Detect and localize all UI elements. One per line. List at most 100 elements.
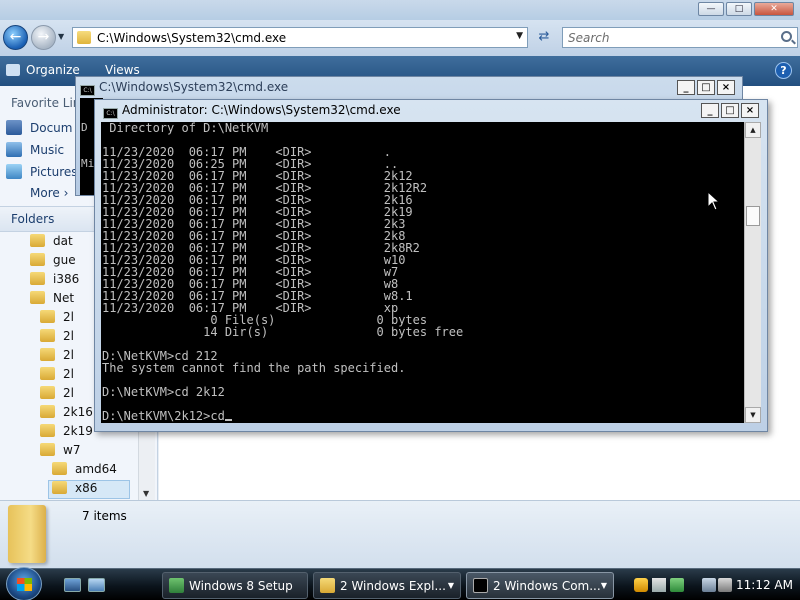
tree-folder[interactable]: 2l [40, 386, 74, 405]
cmd-title: Administrator: C:\Windows\System32\cmd.e… [122, 103, 401, 117]
minimize-button[interactable]: _ [677, 80, 695, 95]
explorer-titlebar: — □ ✕ [0, 0, 800, 20]
maximize-button[interactable]: □ [726, 2, 752, 16]
task-label: 2 Windows Com... [493, 579, 601, 593]
favorite-more[interactable]: More › [30, 186, 68, 206]
start-button[interactable] [6, 567, 42, 600]
tree-folder[interactable]: gue [30, 253, 76, 272]
setup-icon [169, 578, 184, 593]
folders-label: Folders [11, 212, 55, 226]
folder-icon [30, 253, 45, 266]
console-scrollbar[interactable]: ▲ ▼ [744, 122, 761, 423]
tree-folder[interactable]: dat [30, 234, 73, 253]
system-tray: 11:12 AM [628, 572, 798, 599]
console-line: D:\NetKVM\2k12>cd [102, 410, 463, 422]
documents-icon [6, 120, 22, 135]
organize-label: Organize [26, 63, 80, 77]
minimize-button[interactable]: — [698, 2, 724, 16]
scroll-down-icon[interactable]: ▼ [745, 407, 761, 423]
favorite-pictures[interactable]: Pictures [6, 164, 78, 184]
taskbar: Windows 8 Setup 2 Windows Expl... ▼ 2 Wi… [0, 567, 800, 600]
tree-folder[interactable]: 2l [40, 367, 74, 386]
favorite-label: Music [30, 143, 65, 157]
folder-icon [52, 462, 67, 475]
tree-folder[interactable]: w7 [40, 443, 80, 462]
tree-folder-selected[interactable]: x86 [48, 480, 130, 499]
console-line: D:\NetKVM>cd 2k12 [102, 385, 225, 399]
tree-folder[interactable]: i386 [30, 272, 79, 291]
folder-icon [30, 234, 45, 247]
folder-icon [77, 31, 91, 44]
address-text: C:\Windows\System32\cmd.exe [97, 31, 287, 45]
text-cursor [224, 419, 232, 421]
favorite-links-heading: Favorite Lin [11, 96, 81, 110]
scroll-up-icon[interactable]: ▲ [745, 122, 761, 138]
folder-icon [40, 329, 55, 342]
scroll-down-icon[interactable]: ▼ [143, 489, 149, 498]
views-button[interactable]: Views [105, 63, 140, 77]
close-button[interactable]: ✕ [754, 2, 794, 16]
scroll-thumb[interactable] [746, 206, 760, 226]
search-placeholder: Search [568, 31, 610, 45]
minimize-button[interactable]: _ [701, 103, 719, 118]
favorite-music[interactable]: Music [6, 142, 64, 162]
forward-button[interactable]: → [31, 25, 56, 50]
help-icon[interactable]: ? [775, 62, 792, 79]
tree-folder[interactable]: Net [30, 291, 74, 310]
switch-windows-icon[interactable] [88, 578, 105, 592]
tree-folder[interactable]: amd64 [52, 462, 117, 481]
folder-icon [40, 367, 55, 380]
action-center-icon[interactable] [652, 578, 666, 592]
favorite-label: Pictures [30, 165, 78, 179]
console-output: Directory of D:\NetKVM 11/23/2020 06:17 P… [102, 122, 463, 422]
folder-icon [40, 348, 55, 361]
tree-folder[interactable]: 2k19 [40, 424, 93, 443]
organize-icon [6, 64, 20, 76]
views-label: Views [105, 63, 140, 77]
address-dropdown-icon[interactable]: ▼ [516, 31, 523, 41]
cmd-titlebar[interactable]: C:\ C:\Windows\System32\cmd.exe _ □ × [80, 80, 735, 96]
favorite-label: Docum [30, 121, 73, 135]
close-button[interactable]: × [741, 103, 759, 118]
clock[interactable]: 11:12 AM [736, 578, 793, 592]
show-desktop-icon[interactable] [64, 578, 81, 592]
tree-folder[interactable]: 2l [40, 329, 74, 348]
favorite-documents[interactable]: Docum [6, 120, 72, 140]
cmd-window-administrator[interactable]: C:\ Administrator: C:\Windows\System32\cm… [94, 99, 768, 432]
security-shield-icon[interactable] [634, 578, 648, 592]
tree-folder[interactable]: 2l [40, 348, 74, 367]
items-count: 7 items [82, 509, 127, 523]
chevron-down-icon: ▼ [600, 581, 607, 590]
network-icon[interactable] [702, 578, 716, 592]
address-bar[interactable]: C:\Windows\System32\cmd.exe ▼ [72, 27, 528, 48]
organize-button[interactable]: Organize [6, 63, 80, 77]
cmd-icon: C:\ [80, 85, 95, 96]
taskbar-item-windows-explorer[interactable]: 2 Windows Expl... ▼ [313, 572, 461, 599]
cmd-icon [473, 578, 488, 593]
console-line: The system cannot find the path specifie… [102, 361, 406, 375]
close-button[interactable]: × [717, 80, 735, 95]
folder-icon [40, 424, 55, 437]
task-label: 2 Windows Expl... [340, 579, 446, 593]
folder-icon [30, 291, 45, 304]
maximize-button[interactable]: □ [697, 80, 715, 95]
details-pane: 7 items [0, 500, 800, 568]
volume-muted-icon[interactable] [718, 578, 732, 592]
taskbar-item-windows-setup[interactable]: Windows 8 Setup [162, 572, 308, 599]
refresh-button[interactable]: ⇄ [532, 27, 556, 48]
tree-folder[interactable]: 2k16 [40, 405, 93, 424]
search-icon[interactable] [781, 31, 792, 42]
maximize-button[interactable]: □ [721, 103, 739, 118]
folder-icon [30, 272, 45, 285]
cmd-icon: C:\ [103, 108, 118, 119]
cmd-console[interactable]: Directory of D:\NetKVM 11/23/2020 06:17 P… [101, 122, 744, 423]
update-icon[interactable] [670, 578, 684, 592]
back-button[interactable]: ← [3, 25, 28, 50]
recent-pages-dropdown[interactable]: ▼ [58, 32, 64, 41]
console-line: 14 Dir(s) 0 bytes free [102, 325, 464, 339]
folder-icon [40, 443, 55, 456]
cmd-titlebar[interactable]: C:\ Administrator: C:\Windows\System32\cm… [103, 103, 759, 120]
taskbar-item-command-prompt[interactable]: 2 Windows Com... ▼ [466, 572, 614, 599]
tree-folder[interactable]: 2l [40, 310, 74, 329]
search-input[interactable]: Search [562, 27, 798, 48]
